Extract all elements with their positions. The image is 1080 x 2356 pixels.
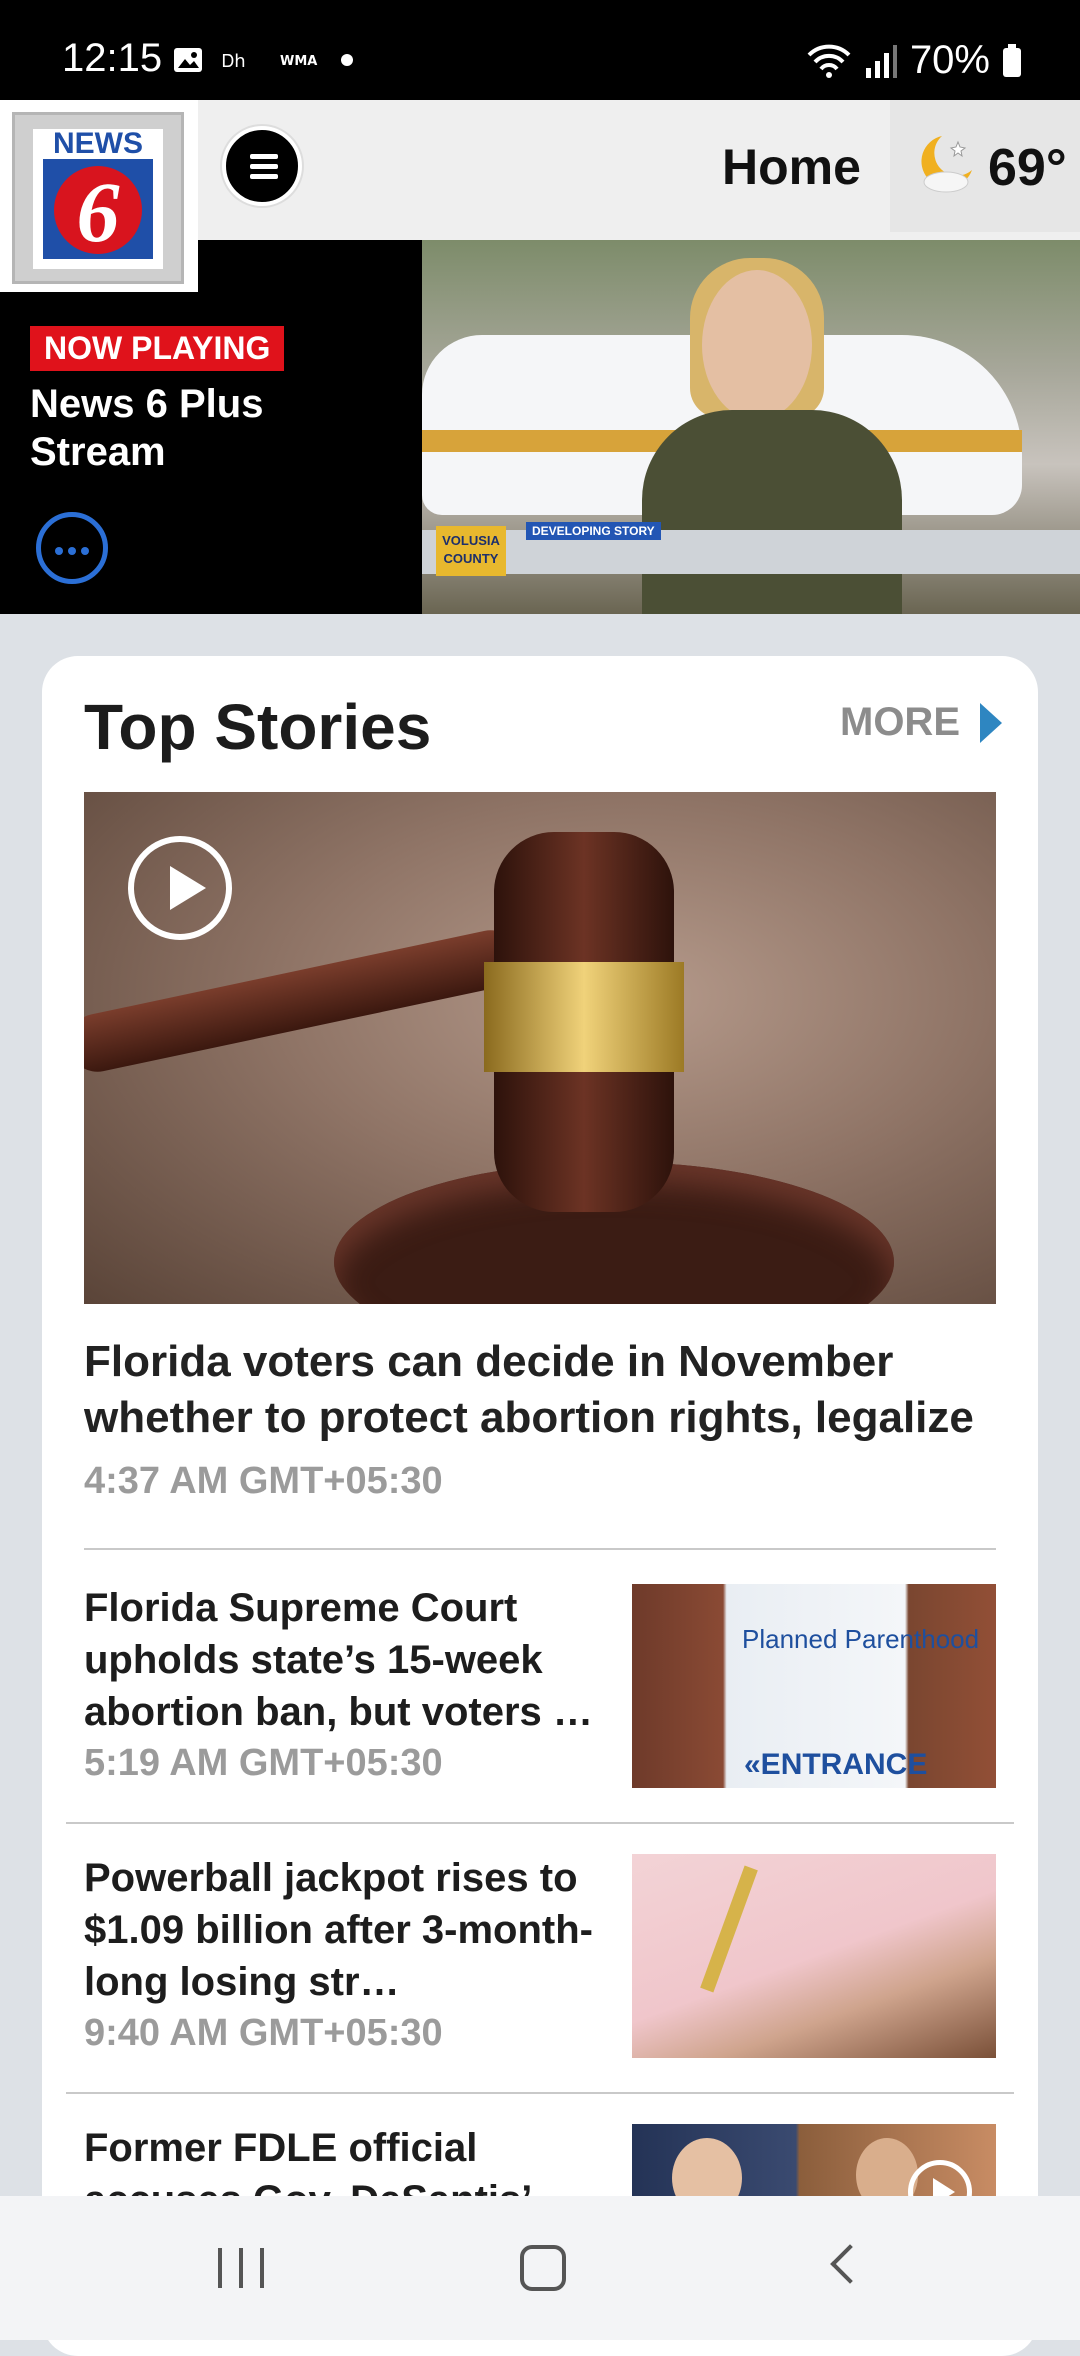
- chevron-right-icon: [980, 702, 1002, 743]
- more-label: MORE: [840, 700, 960, 744]
- page-title: Home: [722, 139, 861, 195]
- section-title: Top Stories: [84, 691, 432, 763]
- now-playing-badge: NOW PLAYING: [30, 326, 285, 371]
- more-link[interactable]: MORE: [840, 700, 1002, 745]
- stream-title: News 6 Plus Stream: [30, 382, 264, 474]
- svg-text:NEWS: NEWS: [53, 127, 143, 160]
- story-timestamp: 5:19 AM GMT+05:30: [84, 1742, 443, 1784]
- temperature: 69°: [988, 139, 1067, 197]
- reporter-face: [702, 270, 812, 420]
- clock: 12:15: [62, 36, 163, 80]
- news6-logo-icon: NEWS 6: [33, 127, 163, 269]
- story-thumbnail: Planned Parenthood «ENTRANCE: [632, 1584, 996, 1788]
- video-player[interactable]: DEVELOPING STORY VOLUSIA COUNTY: [422, 240, 1080, 614]
- logo-frame: NEWS 6: [12, 112, 184, 284]
- home-icon[interactable]: [520, 2245, 566, 2291]
- news6-logo[interactable]: NEWS 6: [0, 100, 198, 292]
- story-thumbnail: [632, 1854, 996, 2058]
- signal-icon: [865, 44, 897, 78]
- menu-button[interactable]: [222, 126, 302, 206]
- notification-icons: Ꭰh WMA: [172, 44, 354, 76]
- now-playing-panel[interactable]: NOW PLAYING News 6 Plus Stream: [0, 240, 422, 614]
- svg-text:Ꭰh: Ꭰh: [222, 51, 246, 72]
- video-ticker: DEVELOPING STORY: [526, 522, 661, 540]
- pen: [700, 1865, 758, 1993]
- list-item[interactable]: Florida Supreme Court upholds state’s 15…: [84, 1582, 996, 1790]
- weather-widget[interactable]: 69°: [890, 100, 1080, 232]
- gavel-handle: [84, 924, 526, 1078]
- gavel-band: [484, 962, 684, 1072]
- county-badge: VOLUSIA COUNTY: [436, 526, 506, 576]
- list-item[interactable]: Powerball jackpot rises to $1.09 billion…: [84, 1852, 996, 2060]
- story-headline: Florida Supreme Court upholds state’s 15…: [84, 1586, 593, 1734]
- dh-icon: Ꭰh: [222, 51, 246, 72]
- hero-timestamp: 4:37 AM GMT+05:30: [84, 1460, 443, 1502]
- divider: [66, 2092, 1014, 2094]
- status-bar: 12:15 Ꭰh WMA 70%: [0, 0, 1080, 100]
- dot-icon: [341, 54, 353, 66]
- more-options-button[interactable]: [36, 512, 108, 584]
- moon-cloud-icon: [921, 136, 972, 193]
- video-lower-third: [422, 530, 1080, 574]
- wma-icon: WMA: [280, 54, 317, 69]
- battery-percent: 70%: [909, 38, 990, 82]
- svg-text:WMA: WMA: [280, 54, 317, 69]
- thumb-entrance-text: «ENTRANCE: [744, 1748, 928, 1781]
- status-right: 70%: [806, 38, 1022, 83]
- play-icon[interactable]: [128, 836, 232, 940]
- story-headline: Powerball jackpot rises to $1.09 billion…: [84, 1856, 593, 2004]
- battery-icon: [1003, 43, 1021, 77]
- divider: [84, 1548, 996, 1550]
- recents-icon[interactable]: [218, 2248, 264, 2288]
- story-timestamp: 9:40 AM GMT+05:30: [84, 2012, 443, 2054]
- divider: [66, 1822, 1014, 1824]
- thumb-sign-text: Planned Parenthood: [742, 1624, 980, 1654]
- wifi-icon: [807, 44, 851, 78]
- svg-text:6: 6: [77, 164, 120, 260]
- reporter-body: [642, 410, 902, 614]
- hero-headline[interactable]: Florida voters can decide in November wh…: [84, 1334, 996, 1446]
- image-icon: [174, 48, 202, 72]
